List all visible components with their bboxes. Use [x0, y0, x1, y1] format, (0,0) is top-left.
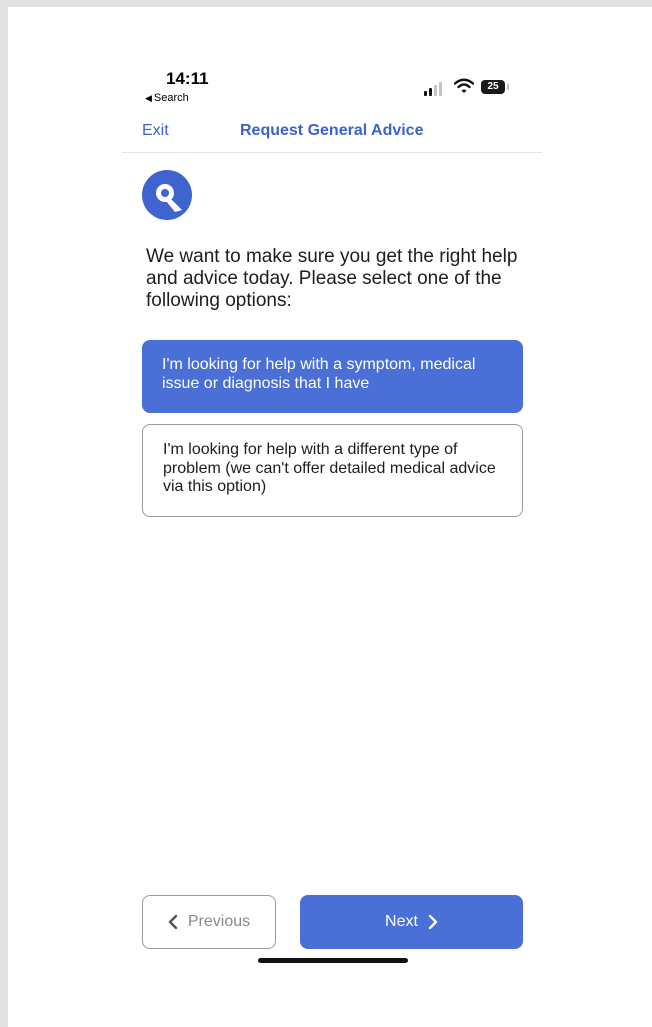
option-label: I'm looking for help with a different ty… [163, 441, 496, 495]
next-label: Next [385, 913, 418, 930]
back-to-search-label: Search [153, 92, 189, 104]
app-screen [8, 7, 652, 1027]
option-symptom-help[interactable]: I'm looking for help with a symptom, med… [142, 340, 523, 413]
exit-button[interactable]: Exit [142, 122, 169, 140]
back-triangle-icon: ◀ [145, 93, 152, 103]
previous-label: Previous [187, 913, 251, 930]
battery-icon: 25 [481, 80, 505, 94]
app-logo [142, 170, 192, 220]
navigation-bar: Exit Request General Advice [122, 118, 542, 153]
page-title: Request General Advice [240, 122, 424, 139]
intro-text: We want to make sure you get the right h… [146, 246, 518, 311]
next-button[interactable]: Next [300, 895, 523, 949]
chevron-right-icon [428, 915, 438, 929]
battery-cap [507, 84, 509, 90]
option-label: I'm looking for help with a symptom, med… [162, 356, 476, 392]
option-other-problem[interactable]: I'm looking for help with a different ty… [142, 424, 523, 517]
wifi-icon [454, 78, 474, 93]
home-indicator[interactable] [258, 958, 408, 963]
previous-button[interactable]: Previous [142, 895, 276, 949]
status-time: 14:11 [166, 69, 209, 88]
back-to-search-link[interactable]: ◀ Search [145, 92, 189, 104]
chevron-left-icon [168, 915, 178, 929]
